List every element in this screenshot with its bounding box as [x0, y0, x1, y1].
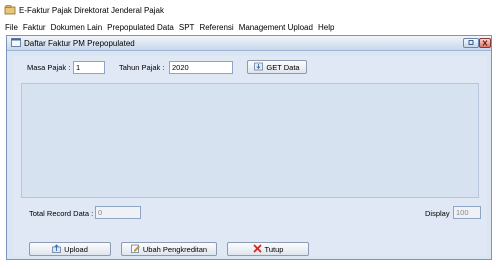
display-field[interactable]: 100 — [453, 206, 481, 219]
upload-button[interactable]: Upload — [29, 242, 111, 256]
form-panel: Masa Pajak : 1 Tahun Pajak : 2020 GET Da… — [13, 56, 487, 256]
get-data-label: GET Data — [266, 62, 300, 72]
menu-dokumen-lain[interactable]: Dokumen Lain — [51, 23, 103, 32]
app-titlebar: E-Faktur Pajak Direktorat Jenderal Pajak — [0, 0, 496, 20]
daftar-faktur-window: Daftar Faktur PM Prepopulated Masa Pajak… — [6, 35, 492, 260]
faktur-table[interactable] — [21, 83, 479, 198]
edit-icon — [131, 244, 140, 255]
close-button[interactable] — [479, 38, 491, 48]
window-title: Daftar Faktur PM Prepopulated — [24, 38, 135, 48]
masa-pajak-label: Masa Pajak : — [27, 63, 71, 72]
display-label: Display — [425, 209, 450, 218]
ubah-pengkreditan-label: Ubah Pengkreditan — [142, 244, 208, 254]
menu-file[interactable]: File — [5, 23, 18, 32]
upload-label: Upload — [64, 244, 88, 254]
menu-referensi[interactable]: Referensi — [199, 23, 233, 32]
menu-faktur[interactable]: Faktur — [23, 23, 46, 32]
close-icon — [482, 40, 488, 46]
app-title: E-Faktur Pajak Direktorat Jenderal Pajak — [19, 5, 164, 15]
ubah-pengkreditan-button[interactable]: Ubah Pengkreditan — [121, 242, 217, 256]
upload-icon — [52, 243, 61, 255]
total-record-label: Total Record Data : — [29, 209, 94, 218]
restore-button[interactable] — [463, 38, 479, 48]
menu-prepopulated-data[interactable]: Prepopulated Data — [107, 23, 174, 32]
tahun-pajak-label: Tahun Pajak : — [119, 63, 165, 72]
window-icon — [11, 37, 21, 49]
download-icon — [254, 62, 264, 73]
tutup-label: Tutup — [264, 244, 284, 254]
tahun-pajak-input[interactable]: 2020 — [169, 61, 233, 74]
menu-spt[interactable]: SPT — [179, 23, 195, 32]
efaktur-app-icon — [4, 4, 16, 16]
window-titlebar[interactable]: Daftar Faktur PM Prepopulated — [7, 36, 491, 51]
total-record-field: 0 — [95, 206, 141, 219]
restore-icon — [468, 40, 474, 45]
menu-management-upload[interactable]: Management Upload — [239, 23, 313, 32]
menubar: File Faktur Dokumen Lain Prepopulated Da… — [0, 20, 496, 34]
tutup-button[interactable]: Tutup — [227, 242, 309, 256]
get-data-button[interactable]: GET Data — [247, 60, 307, 74]
masa-pajak-input[interactable]: 1 — [73, 61, 105, 74]
menu-help[interactable]: Help — [318, 23, 334, 32]
desktop-background-strip — [0, 260, 496, 269]
close-x-icon — [253, 244, 262, 255]
